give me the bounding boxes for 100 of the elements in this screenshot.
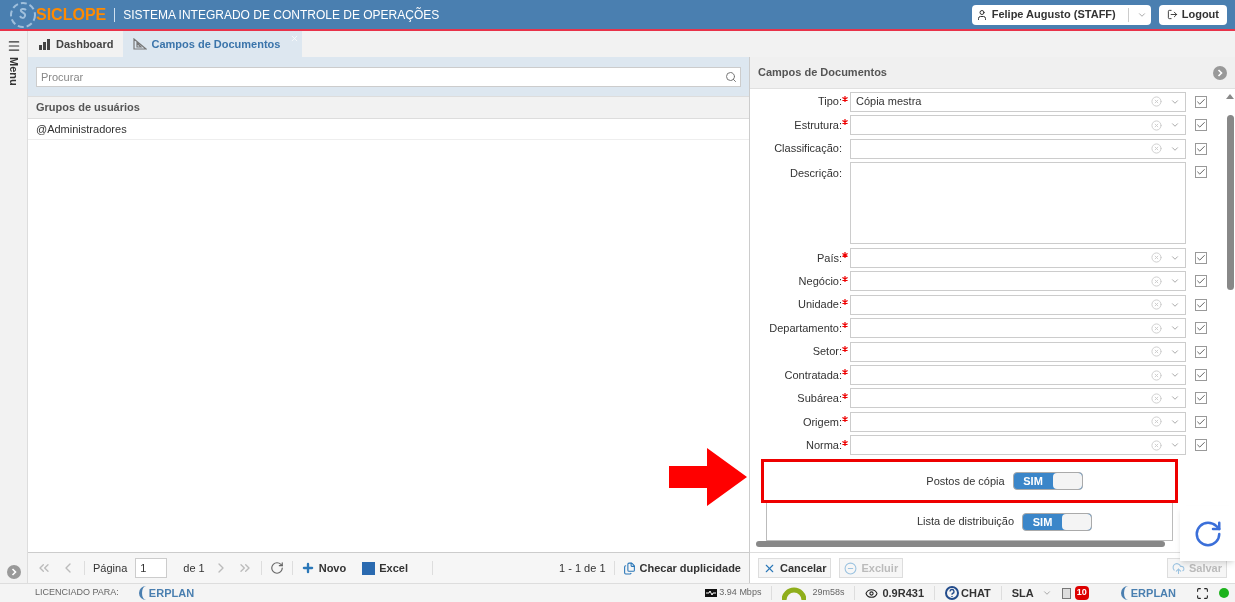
fullscreen-icon[interactable] (1196, 586, 1209, 600)
brand-logo: ERPLAN (1120, 584, 1176, 602)
logout-icon (1166, 9, 1178, 20)
brand-logo: ERPLAN (138, 584, 195, 602)
checkbox[interactable] (1195, 415, 1207, 428)
field-label: Setor: (811, 344, 842, 360)
chat-button[interactable]: CHAT (945, 584, 991, 602)
refresh-icon[interactable] (269, 561, 284, 575)
scroll-up-icon[interactable] (1226, 93, 1234, 99)
clear-icon[interactable] (1151, 119, 1162, 131)
field-label: Subárea: (796, 391, 842, 407)
arrow-right-icon[interactable] (6, 565, 21, 579)
toggle-switch[interactable]: SIM (1012, 472, 1083, 491)
logo-icon (8, 0, 38, 29)
select-field[interactable] (850, 138, 1186, 159)
field-label: Descrição: (789, 166, 842, 182)
check-duplicates-button[interactable]: Checar duplicidade (622, 559, 741, 577)
license-label: LICENCIADO PARA: (35, 586, 119, 600)
logout-button[interactable]: Logout (1158, 4, 1227, 25)
clear-icon[interactable] (1151, 439, 1162, 451)
tab[interactable]: Campos de Documentos (123, 31, 303, 57)
network-speed: 3.94 Mbps (719, 586, 762, 600)
checkbox[interactable] (1195, 142, 1207, 155)
plus-icon (300, 561, 315, 575)
delete-icon (844, 561, 858, 575)
list-row[interactable]: @Administradores (28, 119, 749, 140)
caret-icon (1170, 370, 1180, 380)
select-field[interactable] (850, 294, 1186, 315)
clear-icon[interactable] (1151, 143, 1162, 155)
select-field[interactable] (850, 115, 1186, 136)
record-count: 1 - 1 de 1 (559, 560, 606, 576)
select-field[interactable] (850, 318, 1186, 339)
arrow-right-icon[interactable] (1213, 65, 1227, 80)
select-field[interactable] (850, 341, 1186, 362)
toggle-label: Lista de distribuição (916, 514, 1015, 530)
clear-icon[interactable] (1151, 369, 1162, 381)
page-input[interactable]: 1 (135, 558, 168, 578)
new-button[interactable]: Novo (300, 559, 347, 577)
select-field[interactable] (850, 247, 1186, 268)
checkbox[interactable] (1195, 298, 1207, 311)
text-area[interactable] (850, 162, 1186, 245)
select-field[interactable]: Cópia mestra (850, 91, 1186, 112)
notification-badge[interactable]: 10 (1074, 586, 1089, 600)
select-field[interactable] (850, 365, 1186, 385)
select-field[interactable] (850, 411, 1186, 432)
menu-icon (6, 39, 21, 53)
clear-icon[interactable] (1151, 346, 1162, 358)
pulse-icon (705, 589, 718, 597)
checkbox[interactable] (1195, 345, 1207, 358)
excel-button[interactable]: Excel (362, 559, 408, 577)
checkbox[interactable] (1195, 251, 1207, 264)
user-icon (975, 8, 988, 21)
field-label: Classificação: (773, 141, 842, 157)
clear-icon[interactable] (1151, 416, 1162, 428)
select-field[interactable] (850, 435, 1186, 456)
version-label: 0.9R431 (882, 585, 924, 601)
field-label: País: (815, 250, 842, 266)
checkbox[interactable] (1195, 119, 1207, 132)
panel-title: Campos de Documentos (758, 65, 887, 81)
select-field[interactable] (850, 388, 1186, 409)
field-label: Tipo: (816, 94, 842, 110)
session-timer: 29m58s (812, 586, 845, 600)
help-icon (945, 586, 959, 600)
search-field[interactable]: Procurar (36, 66, 741, 87)
user-menu[interactable]: Felipe Augusto (STAFF) (971, 4, 1151, 25)
app-logo: SICLOPE (36, 4, 107, 25)
checkbox[interactable] (1195, 166, 1207, 179)
cancel-button[interactable]: Cancelar (758, 558, 832, 578)
horizontal-scrollbar[interactable] (756, 541, 1165, 547)
field-label: Negócio: (797, 274, 842, 289)
sla-dropdown[interactable]: SLA (1011, 584, 1052, 602)
checkbox[interactable] (1195, 95, 1207, 108)
field-label: Origem: (801, 414, 842, 430)
close-icon[interactable] (290, 34, 300, 43)
clear-icon[interactable] (1151, 392, 1162, 404)
checkbox[interactable] (1195, 439, 1207, 452)
clear-icon[interactable] (1151, 275, 1162, 287)
checkbox[interactable] (1195, 369, 1207, 381)
checkbox[interactable] (1195, 322, 1207, 335)
toggle-switch[interactable]: SIM (1022, 512, 1093, 531)
clear-icon[interactable] (1151, 299, 1162, 311)
tab[interactable]: Dashboard (28, 31, 124, 57)
caret-icon (1041, 588, 1052, 598)
side-menu[interactable]: Menu (0, 31, 28, 583)
toggle-label: Postos de cópia (926, 473, 1005, 489)
field-label: Unidade: (796, 297, 842, 313)
search-icon[interactable] (725, 70, 737, 83)
clear-icon[interactable] (1151, 322, 1162, 334)
clear-icon[interactable] (1151, 96, 1162, 108)
clear-icon[interactable] (1151, 252, 1162, 264)
select-field[interactable] (850, 271, 1186, 292)
field-label: Estrutura: (793, 117, 842, 133)
column-header: Grupos de usuários (28, 96, 749, 119)
checkbox[interactable] (1195, 275, 1207, 288)
bar-chart-icon (38, 38, 52, 50)
page-label: Página (93, 560, 128, 576)
checkbox[interactable] (1195, 392, 1207, 405)
ruler-icon (133, 38, 148, 50)
gauge-icon (782, 586, 807, 600)
field-label: Departamento: (768, 320, 842, 336)
